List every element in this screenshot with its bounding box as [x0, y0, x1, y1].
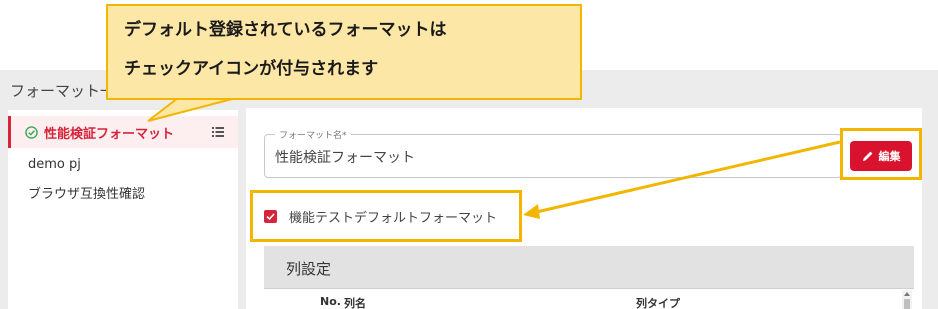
- page-title: フォーマット一: [10, 82, 116, 100]
- annotation-callout: デフォルト登録されているフォーマットは チェックアイコンが付与されます: [106, 4, 582, 100]
- sidebar-item-performance-format[interactable]: 性能検証フォーマット: [8, 116, 238, 148]
- callout-line-1: デフォルト登録されているフォーマットは: [124, 20, 447, 40]
- table-scrollbar[interactable]: [902, 290, 912, 309]
- column-settings-section: 列設定 No. 列名 列タイプ: [264, 246, 914, 309]
- callout-line-2: チェックアイコンが付与されます: [124, 59, 379, 79]
- sidebar-item-browser-compat[interactable]: ブラウザ互換性確認: [8, 176, 238, 208]
- sidebar-item-label: ブラウザ互換性確認: [28, 186, 146, 202]
- sidebar-item-label: 性能検証フォーマット: [44, 126, 175, 142]
- edit-button-highlight: [840, 128, 922, 180]
- col-header-type: 列タイプ: [636, 297, 680, 309]
- default-checkbox-highlight: [250, 190, 522, 242]
- scroll-thumb[interactable]: [904, 299, 910, 309]
- col-header-name: 列名: [344, 297, 366, 309]
- check-circle-icon: [25, 125, 38, 139]
- column-settings-table: No. 列名 列タイプ: [264, 288, 914, 309]
- col-header-no: No.: [320, 295, 341, 308]
- column-settings-title: 列設定: [286, 260, 332, 278]
- format-name-field[interactable]: フォーマット名* 性能検証フォーマット: [264, 128, 842, 178]
- scroll-up-arrow-icon[interactable]: [904, 292, 910, 296]
- list-icon[interactable]: [212, 126, 224, 138]
- sidebar-item-label: demo pj: [28, 156, 81, 172]
- format-name-value: 性能検証フォーマット: [275, 150, 415, 166]
- format-name-label: フォーマット名*: [275, 128, 351, 141]
- format-sidebar: 性能検証フォーマット demo pj ブラウザ互換性確認: [8, 110, 238, 309]
